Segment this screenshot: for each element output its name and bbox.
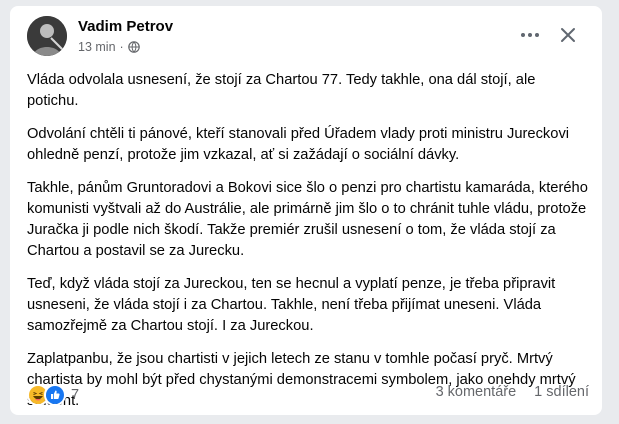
reaction-count: 7 bbox=[71, 387, 80, 403]
avatar-image bbox=[27, 16, 67, 56]
meta-separator: · bbox=[119, 40, 124, 54]
post-text: Vláda odvolala usnesení, že stojí za Cha… bbox=[27, 70, 589, 424]
post-paragraph: Vláda odvolala usnesení, že stojí za Cha… bbox=[27, 72, 536, 109]
post-stats: 3 komentáře 1 sdílení bbox=[436, 384, 589, 400]
post-paragraph: Takhle, pánům Gruntoradovi a Bokovi sice… bbox=[27, 180, 588, 259]
reactions-summary[interactable]: 7 bbox=[27, 384, 79, 406]
more-options-icon[interactable] bbox=[518, 23, 542, 47]
author-name[interactable]: Vadim Petrov bbox=[78, 18, 173, 35]
shares-count[interactable]: 1 sdílení bbox=[534, 384, 589, 400]
comments-count[interactable]: 3 komentáře bbox=[436, 384, 517, 400]
avatar[interactable] bbox=[27, 16, 67, 56]
close-icon[interactable] bbox=[556, 23, 580, 47]
post-paragraph: Odvolání chtěli ti pánové, kteří stanova… bbox=[27, 126, 570, 163]
post-time[interactable]: 13 min bbox=[78, 40, 116, 54]
post-card: Vadim Petrov 13 min · Vláda odvolala usn… bbox=[10, 6, 602, 415]
post-header: Vadim Petrov 13 min · bbox=[10, 6, 602, 66]
post-footer: 7 3 komentáře 1 sdílení bbox=[27, 384, 589, 406]
globe-icon[interactable] bbox=[127, 41, 140, 53]
post-paragraph: Teď, když vláda stojí za Jureckou, ten s… bbox=[27, 276, 556, 334]
post-meta: 13 min · bbox=[78, 40, 140, 54]
like-icon bbox=[44, 384, 66, 406]
